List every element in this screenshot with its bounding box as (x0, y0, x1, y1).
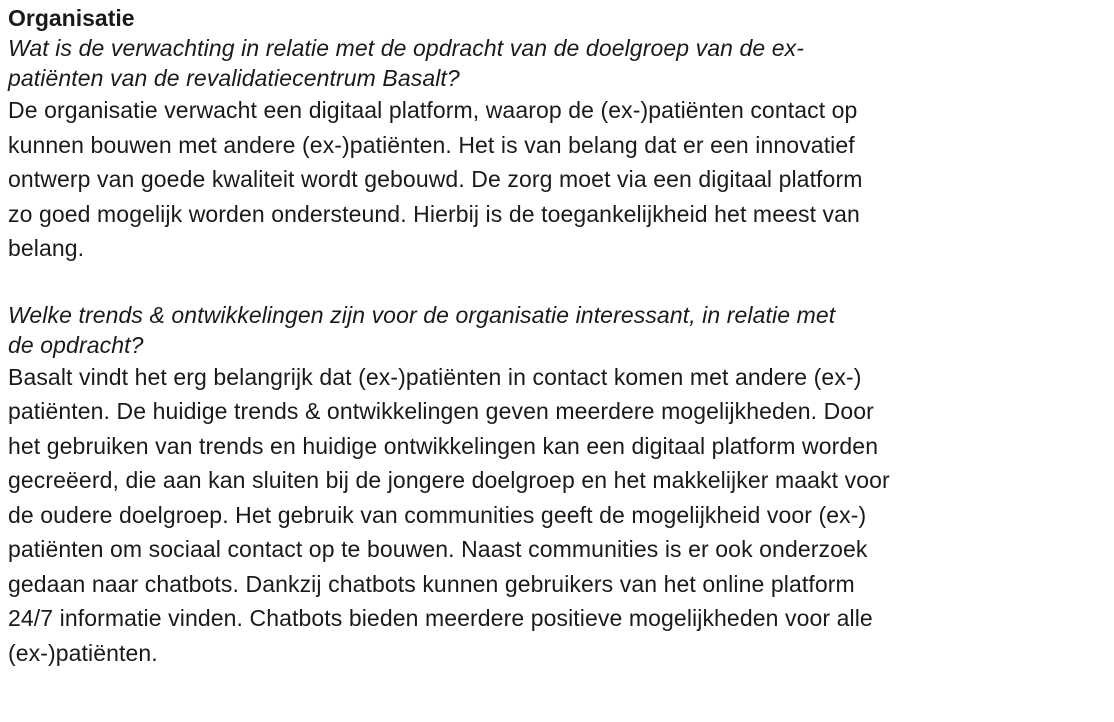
answer-2-line: de oudere doelgroep. Het gebruik van com… (8, 501, 867, 528)
question-1-line: patiënten van de revalidatiecentrum Basa… (8, 65, 460, 91)
section-heading: Organisatie (8, 5, 135, 31)
answer-1-line: zo goed mogelijk worden ondersteund. Hie… (8, 200, 860, 227)
answer-2-line: patiënten om sociaal contact op te bouwe… (8, 536, 868, 562)
document: Organisatie Wat is de verwachting in rel… (0, 0, 1114, 670)
answer-2-line: gecreëerd, die aan kan sluiten bij de jo… (8, 467, 890, 493)
answer-2-line: gedaan naar chatbots. Dankzij chatbots k… (8, 570, 855, 597)
question-2: Welke trends & ontwikkelingen zijn voor … (8, 300, 1114, 360)
answer-1-line: De organisatie verwacht een digitaal pla… (8, 97, 858, 123)
answer-2-line: het gebruiken van trends en huidige ontw… (8, 432, 879, 459)
answer-1-line: kunnen bouwen met andere (ex-)patiënten.… (8, 131, 855, 158)
answer-2: Basalt vindt het erg belangrijk dat (ex-… (8, 360, 1114, 671)
answer-1-line: ontwerp van goede kwaliteit wordt gebouw… (8, 166, 863, 192)
question-2-line: de opdracht? (8, 331, 144, 358)
answer-2-line: (ex-)patiënten. (8, 639, 158, 666)
answer-2-line: 24/7 informatie vinden. Chatbots bieden … (8, 605, 873, 631)
answer-2-line: patiënten. De huidige trends & ontwikkel… (8, 398, 874, 424)
answer-1-line: belang. (8, 235, 85, 261)
question-1: Wat is de verwachting in relatie met de … (8, 33, 1114, 93)
answer-2-line: Basalt vindt het erg belangrijk dat (ex-… (8, 363, 862, 390)
answer-1: De organisatie verwacht een digitaal pla… (8, 93, 1114, 266)
question-2-line: Welke trends & ontwikkelingen zijn voor … (8, 301, 836, 328)
question-1-line: Wat is de verwachting in relatie met de … (8, 35, 805, 61)
